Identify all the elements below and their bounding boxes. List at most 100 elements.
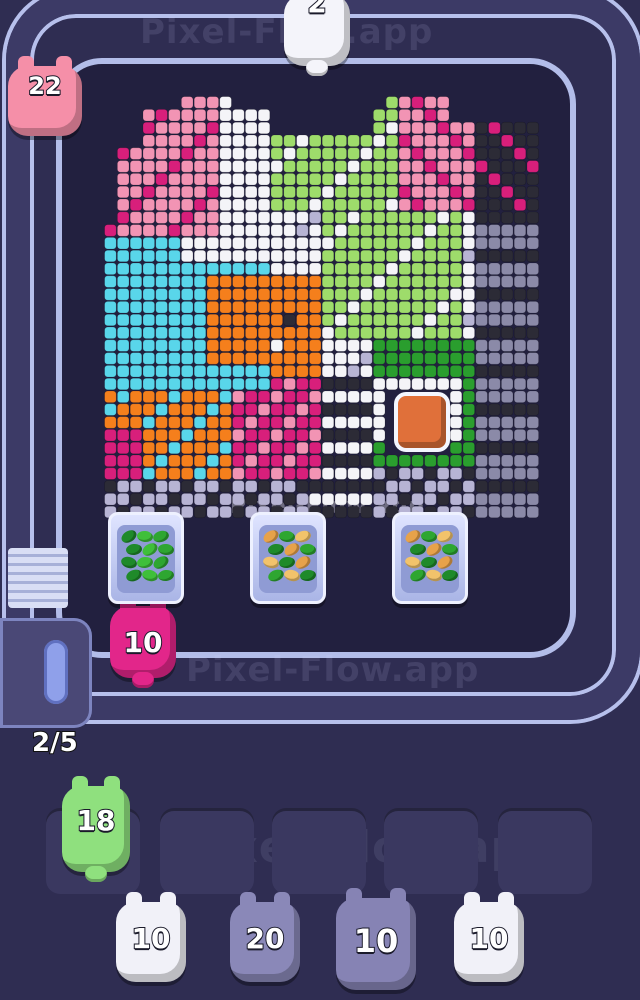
pixel-block [283, 147, 296, 160]
pixel-block [449, 454, 463, 467]
bench-pig-2[interactable]: 20 [230, 892, 300, 982]
pixel-block [526, 288, 539, 301]
pixel-block [309, 301, 322, 314]
bench-pig-3[interactable]: 10 [336, 888, 416, 990]
pixel-block [270, 377, 283, 391]
pixel-block [411, 313, 424, 327]
pixel-block [232, 185, 245, 199]
slot-2[interactable] [160, 808, 254, 894]
pixel-block [462, 377, 475, 391]
pixel-block [462, 441, 475, 455]
bean [140, 540, 160, 559]
orange-crate[interactable] [394, 392, 450, 452]
pixel-block [360, 288, 373, 301]
food-tray-3[interactable] [392, 512, 468, 604]
conveyor-pig-corner[interactable]: 22 [8, 56, 82, 136]
pixel-block [360, 160, 373, 173]
pixel-block [296, 160, 309, 173]
dispenser-roller [44, 640, 68, 704]
pixel-block [475, 390, 488, 403]
pixel-block [296, 198, 309, 211]
bench-pig-4[interactable]: 10 [454, 892, 524, 982]
pixel-block [206, 198, 219, 211]
pixel-block [257, 352, 271, 365]
pixel-block [181, 173, 194, 186]
pixel-block [206, 429, 219, 442]
pixel-block [232, 480, 245, 493]
bean [278, 556, 296, 569]
pixel-block [181, 429, 194, 442]
pixel-block [321, 211, 335, 224]
conveyor-pig-top[interactable]: 2 [284, 0, 350, 76]
pixel-block [475, 365, 488, 378]
pixel-block [334, 454, 347, 467]
slot-4[interactable] [384, 808, 478, 894]
pixel-block [462, 173, 475, 186]
pixel-block [193, 454, 207, 467]
pixel-block [232, 505, 245, 519]
pixel-block [129, 160, 143, 173]
pixel-block [488, 198, 501, 211]
pixel-block [373, 160, 386, 173]
pixel-block [411, 352, 424, 365]
pixel-block [219, 147, 232, 160]
pixel-block [245, 416, 258, 429]
pixel-block [181, 121, 194, 135]
pixel-block [347, 390, 360, 403]
bean [125, 543, 143, 556]
pixel-block [424, 339, 437, 352]
pixel-block [181, 377, 194, 391]
pixel-block [321, 313, 335, 327]
pixel-block [181, 326, 194, 339]
pixel-block [155, 109, 168, 122]
pixel-block [321, 237, 335, 250]
slot-3[interactable] [272, 808, 366, 894]
pixel-block [488, 301, 501, 314]
pixel-block [501, 416, 514, 429]
pixel-block [155, 121, 168, 135]
pixel-block [488, 480, 501, 493]
pixel-block [462, 288, 475, 301]
pixel-block [475, 147, 488, 160]
pixel-block [437, 352, 450, 365]
pixel-block [142, 441, 155, 455]
pixel-block [129, 224, 143, 237]
slot-pig-active[interactable]: 18 [62, 776, 130, 882]
pixel-block [360, 313, 373, 327]
pixel-block [309, 160, 322, 173]
pixel-block [526, 493, 539, 506]
pixel-block [373, 365, 386, 378]
pixel-block [283, 441, 296, 455]
pixel-block [283, 365, 296, 378]
pixel-block [117, 224, 130, 237]
pixel-block [385, 173, 399, 186]
bean [157, 569, 175, 582]
pixel-block [219, 198, 232, 211]
pixel-block [501, 352, 514, 365]
bean [119, 527, 139, 546]
pixel-block [398, 224, 411, 237]
pixel-block [232, 339, 245, 352]
pixel-block [129, 441, 143, 455]
pixel-block [373, 313, 386, 327]
pixel-block [206, 109, 219, 122]
pixel-block [155, 467, 168, 480]
pixel-block [347, 441, 360, 455]
pixel-block [449, 403, 463, 416]
food-tray-1[interactable] [108, 512, 184, 604]
pixel-block [334, 185, 347, 199]
pixel-block [462, 480, 475, 493]
pixel-block [437, 224, 450, 237]
pixel-block [385, 185, 399, 199]
conveyor-pig-dispense[interactable]: 10 [110, 596, 176, 688]
pixel-block [475, 416, 488, 429]
slot-5[interactable] [498, 808, 592, 894]
pixel-block [129, 493, 143, 506]
bench-pig-1[interactable]: 10 [116, 892, 186, 982]
food-tray-2[interactable] [250, 512, 326, 604]
pixel-block [129, 249, 143, 263]
bean [441, 569, 459, 582]
pixel-block [513, 313, 527, 327]
bean [403, 555, 423, 570]
pixel-block [257, 224, 271, 237]
